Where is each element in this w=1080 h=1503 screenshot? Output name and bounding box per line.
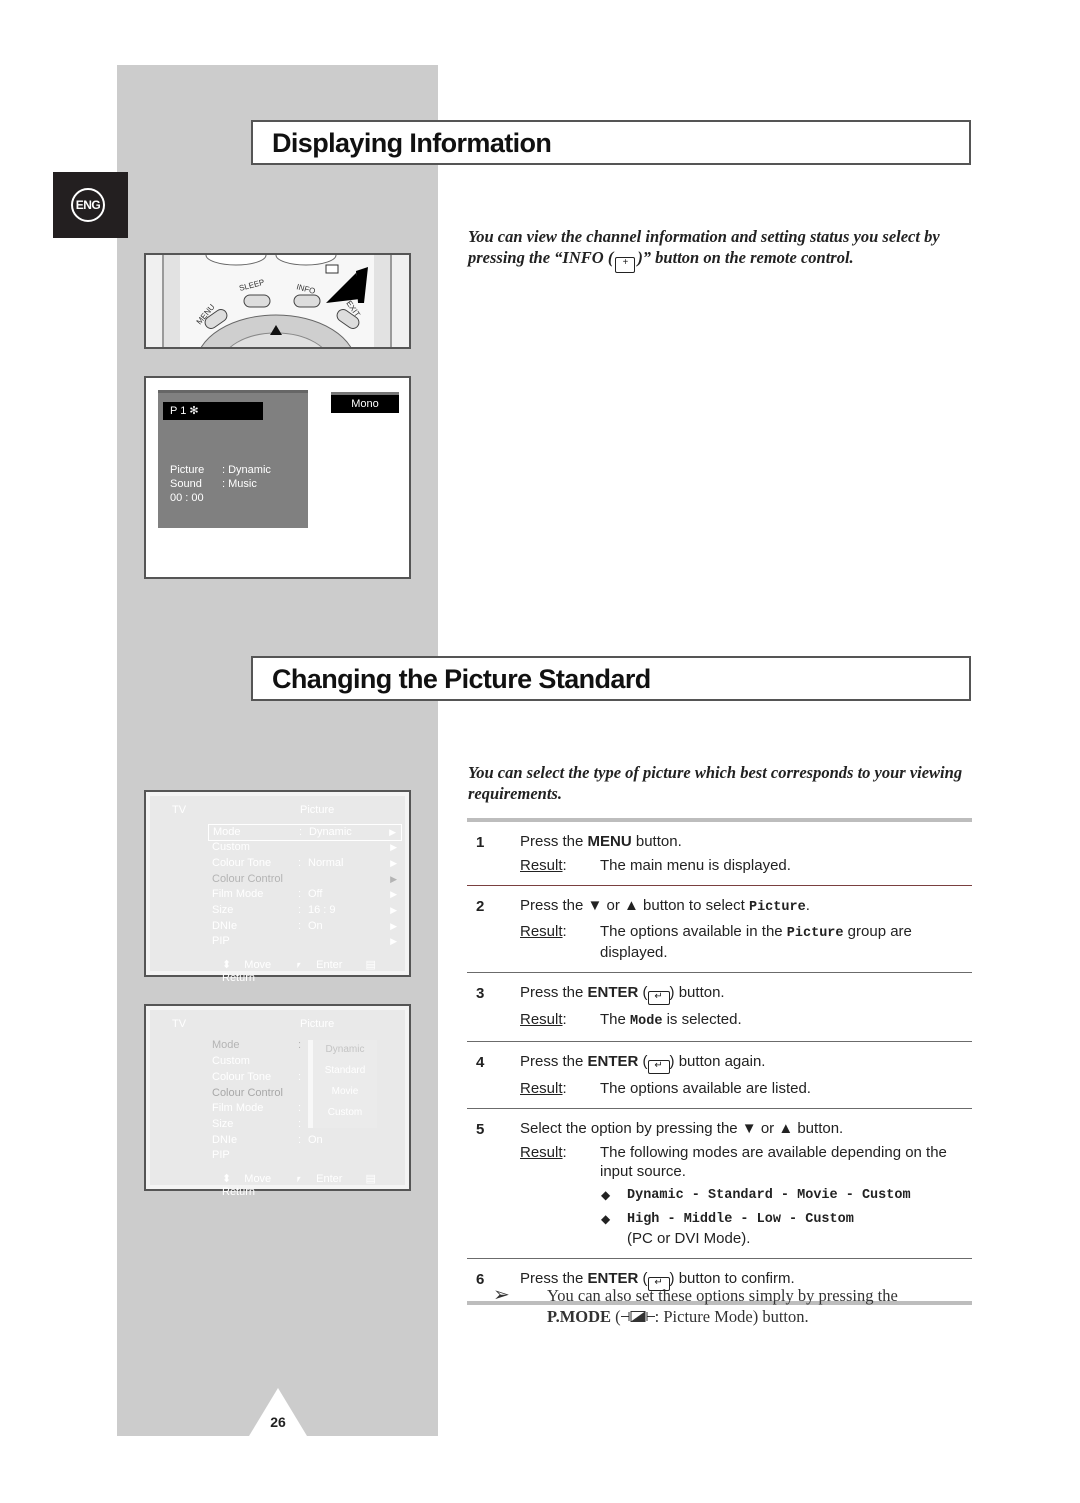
menu-footer: ⬍ Move ⎖ Enter ▤ Return: [222, 958, 402, 984]
updown-icon: ⬍: [222, 959, 232, 971]
audio-mode-badge: Mono: [331, 392, 399, 413]
picture-menu-dropdown-screen: TV Picture Mode: Custom Colour Tone: Col…: [144, 1004, 411, 1198]
enter-icon: ↵: [647, 1060, 670, 1074]
language-tab: ENG: [53, 172, 128, 238]
dropdown-option[interactable]: Standard: [313, 1065, 377, 1076]
section-title-info-text: Displaying Information: [272, 128, 552, 158]
menu-footer: ⬍ Move ⎖ Enter ▤ Return: [222, 1172, 402, 1198]
enter-hint: ⎖ Enter: [294, 1173, 343, 1185]
arrow-right-icon: ▶: [390, 889, 397, 899]
info-osd-screen: P 1 ✻ Picture: Dynamic Sound: Music 00 :…: [144, 376, 411, 579]
menu-item-pip[interactable]: PIP ▶: [212, 934, 402, 949]
info-button: [293, 294, 321, 308]
menu-item-film-mode[interactable]: Film Mode: Off ▶: [212, 887, 402, 902]
dropdown-option[interactable]: Dynamic: [313, 1044, 377, 1055]
step-5: 5 Select the option by pressing the ▼ or…: [467, 1109, 972, 1258]
menu-item-mode[interactable]: Mode: Dynamic ▶: [208, 824, 402, 841]
enter-icon: ↵: [647, 991, 670, 1005]
osd-sound-row: Sound: Music: [170, 478, 257, 490]
remote-control-drawing: MENU SLEEP INFO EXIT: [146, 255, 409, 347]
arrow-right-icon: ▶: [390, 905, 397, 915]
return-icon: ▤: [365, 959, 376, 971]
menu-item-colour-tone[interactable]: Colour Tone: Normal ▶: [212, 856, 402, 871]
section-title-info: Displaying Information: [251, 120, 971, 165]
section-title-picture-text: Changing the Picture Standard: [272, 664, 651, 694]
move-hint: ⬍ Move: [222, 1173, 272, 1185]
step-4: 4 Press the ENTER (↵) button again. Resu…: [476, 1053, 811, 1097]
menu-source-label: TV: [172, 1018, 187, 1030]
info-button-icon: +: [615, 257, 636, 273]
osd-time: 00 : 00: [170, 492, 204, 504]
return-icon: ▤: [365, 1173, 376, 1185]
menu-title: Picture: [300, 1018, 335, 1030]
osd-status-lines: Picture: Dynamic Sound: Music 00 : 00: [170, 463, 271, 505]
enter-icon: ⎖: [294, 959, 304, 971]
channel-indicator: P 1 ✻: [163, 402, 263, 420]
arrow-right-icon: ▶: [390, 842, 397, 852]
diamond-bullet-icon: ◆: [601, 1188, 611, 1202]
mode-dropdown: Dynamic Standard Movie Custom: [308, 1040, 377, 1128]
arrow-right-icon: ▶: [389, 827, 396, 837]
sleep-button: [243, 294, 271, 308]
menu-item-pip[interactable]: PIP: [212, 1148, 402, 1163]
enter-hint: ⎖ Enter: [294, 959, 343, 971]
menu-source-label: TV: [172, 804, 187, 816]
mode-list-bullet: ◆ High - Middle - Low - Custom (PC or DVI …: [601, 1212, 854, 1247]
steps-list: 1 Press the MENU button. Result: The main…: [467, 818, 972, 1305]
menu-item-dnie[interactable]: DNIe: On: [212, 1133, 402, 1148]
page-number: 26: [249, 1388, 307, 1436]
section-title-picture: Changing the Picture Standard: [251, 656, 971, 701]
diamond-bullet-icon: ◆: [601, 1212, 611, 1226]
menu-item-colour-control[interactable]: Colour Control ▶: [212, 872, 402, 887]
info-intro: You can view the channel information and…: [468, 226, 973, 273]
move-hint: ⬍ Move: [222, 959, 272, 971]
remote-control-illustration: MENU SLEEP INFO EXIT: [144, 253, 411, 349]
dropdown-option[interactable]: Movie: [313, 1086, 377, 1097]
menu-item-custom[interactable]: Custom ▶: [212, 840, 402, 855]
picture-menu-screen: TV Picture Mode: Dynamic ▶ Custom ▶ Colour …: [144, 790, 411, 984]
note-arrow-icon: ➢: [493, 1284, 510, 1306]
step-2: 2 Press the ▼ or ▲ button to select Pict…: [476, 897, 912, 961]
mode-list-bullet: ◆ Dynamic - Standard - Movie - Custom: [601, 1188, 911, 1203]
step-1: 1 Press the MENU button. Result: The main…: [476, 833, 791, 874]
step-3: 3 Press the ENTER (↵) button. Result: The…: [476, 984, 742, 1029]
arrow-right-icon: ▶: [390, 921, 397, 931]
arrow-right-icon: ▶: [390, 858, 397, 868]
osd-picture-row: Picture: Dynamic: [170, 464, 271, 476]
menu-title: Picture: [300, 804, 335, 816]
menu-item-size[interactable]: Size:16 : 9 ▶: [212, 903, 402, 918]
dropdown-option[interactable]: Custom: [313, 1107, 377, 1118]
enter-icon: ⎖: [294, 1173, 304, 1185]
tip-note: ➢ You can also set these options simply …: [493, 1284, 898, 1327]
updown-icon: ⬍: [222, 1173, 232, 1185]
arrow-right-icon: ▶: [390, 874, 397, 884]
picture-mode-icon: [620, 1311, 655, 1322]
info-osd-panel: P 1 ✻ Picture: Dynamic Sound: Music 00 :…: [158, 390, 308, 528]
menu-item-dnie[interactable]: DNIe: On ▶: [212, 919, 402, 934]
language-badge: ENG: [71, 188, 105, 222]
arrow-right-icon: ▶: [390, 936, 397, 946]
picture-intro: You can select the type of picture which…: [468, 763, 963, 803]
